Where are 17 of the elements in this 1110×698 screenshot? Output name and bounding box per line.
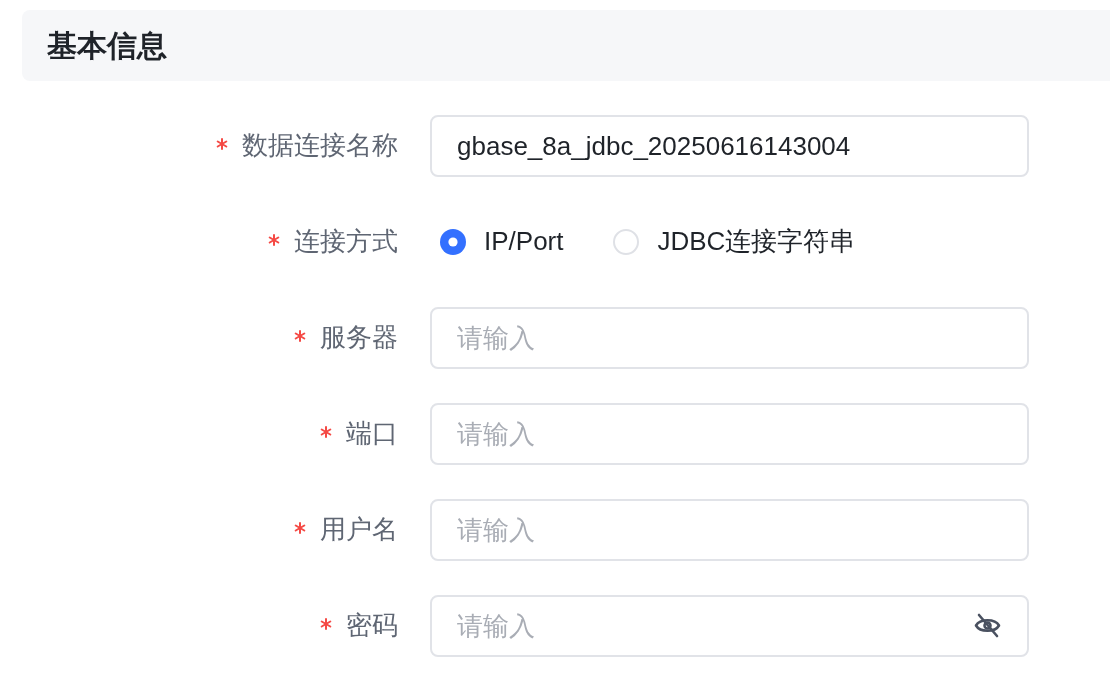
input-field[interactable]: 请输入 bbox=[430, 403, 1029, 465]
field-label: 数据连接名称 bbox=[242, 130, 398, 162]
section-title: 基本信息 bbox=[47, 27, 167, 64]
field-label: 用户名 bbox=[320, 514, 398, 546]
eye-slash-icon[interactable] bbox=[974, 613, 1001, 638]
radio-option[interactable]: JDBC连接字符串 bbox=[613, 226, 856, 258]
field-label: 密码 bbox=[346, 610, 398, 642]
field-label: 端口 bbox=[346, 418, 398, 450]
field-label: 服务器 bbox=[320, 322, 398, 354]
radio-selected-icon[interactable] bbox=[440, 229, 466, 255]
radio-option[interactable]: IP/Port bbox=[440, 226, 564, 258]
password-field[interactable]: 请输入 bbox=[430, 595, 1029, 657]
field-label: 连接方式 bbox=[294, 226, 398, 258]
input-field[interactable]: 请输入 bbox=[430, 307, 1029, 369]
input-field[interactable]: 请输入 bbox=[430, 499, 1029, 561]
radio-icon[interactable] bbox=[613, 229, 640, 255]
input-field[interactable]: gbase_8a_jdbc_20250616143004 bbox=[430, 115, 1029, 177]
